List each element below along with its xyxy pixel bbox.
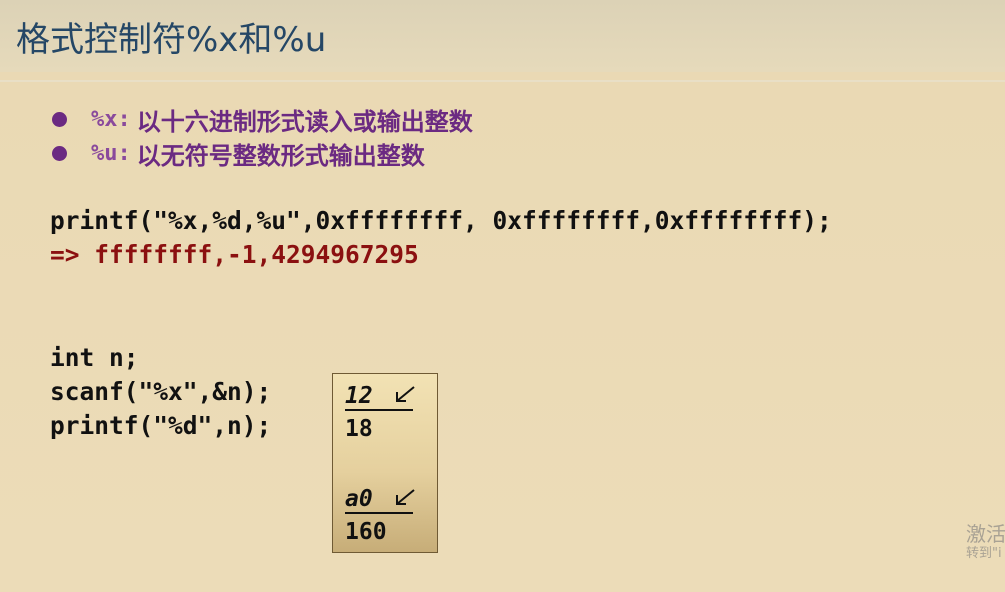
bullet-item-x: %x: 以十六进制形式读入或输出整数: [52, 103, 473, 136]
bullet-text: 以无符号整数形式输出整数: [136, 141, 425, 170]
watermark-line-2: 转到"i: [966, 546, 1002, 561]
enter-arrow-icon: [393, 486, 417, 514]
activation-watermark: 激活 转到"i: [966, 522, 1005, 562]
console-input-2-text: a0: [345, 486, 373, 512]
bullet-item-u: %u: 以无符号整数形式输出整数: [52, 137, 425, 170]
bullet-code: %x:: [91, 106, 131, 132]
console-io-box: 12 18 a0 160: [332, 373, 438, 553]
code-line-scanf: scanf("%x",&n);: [50, 377, 272, 406]
bullet-code: %u:: [91, 140, 131, 166]
slide-title: 格式控制符%x和%u: [16, 20, 327, 60]
input-underline: [345, 409, 413, 411]
bullet-dot-icon: [52, 111, 67, 127]
watermark-line-1: 激活: [966, 522, 1005, 546]
console-output-2: 160: [345, 519, 387, 545]
console-input-2: a0: [345, 485, 417, 514]
code-line-declaration: int n;: [50, 343, 139, 372]
console-output-1: 18: [345, 416, 373, 442]
printf-example-output: => ffffffff,-1,4294967295: [50, 240, 419, 269]
bullet-dot-icon: [52, 145, 67, 161]
code-line-printf: printf("%d",n);: [50, 411, 272, 440]
title-divider: [0, 80, 1005, 82]
console-input-1-text: 12: [345, 383, 373, 409]
console-input-1: 12: [345, 382, 417, 411]
input-underline: [345, 512, 413, 514]
enter-arrow-icon: [393, 383, 417, 411]
printf-example-code: printf("%x,%d,%u",0xffffffff, 0xffffffff…: [50, 206, 832, 235]
bullet-text: 以十六进制形式读入或输出整数: [136, 107, 473, 136]
